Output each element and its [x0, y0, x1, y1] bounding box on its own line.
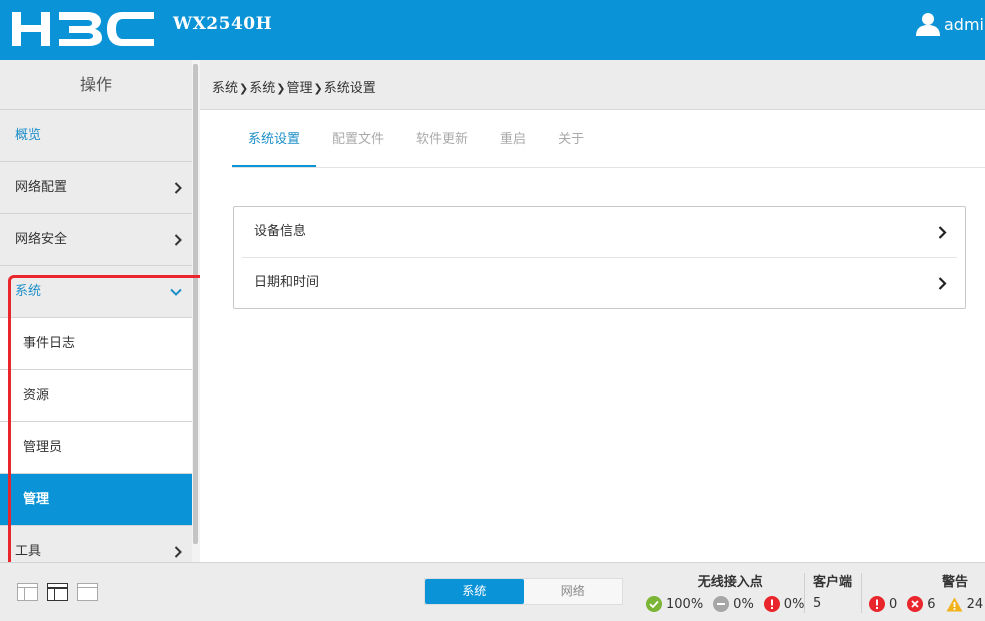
chevron-down-icon — [170, 266, 182, 318]
sidebar-item-system[interactable]: 系统 — [0, 266, 192, 318]
layout-switcher — [17, 583, 98, 601]
minus-circle-icon — [713, 596, 730, 612]
sidebar-scrollbar-thumb[interactable] — [193, 64, 198, 544]
layout-full-icon[interactable] — [77, 583, 98, 601]
alarm-major-count: 6 — [927, 596, 936, 612]
tab-system-settings[interactable]: 系统设置 — [232, 110, 317, 168]
top-header: WX2540H admin — [0, 0, 985, 60]
sidebar-subitem-label: 资源 — [23, 388, 50, 403]
breadcrumb-item-current: 系统设置 — [323, 81, 376, 96]
toggle-system-button[interactable]: 系统 — [425, 579, 524, 604]
stat-title: 警告 — [941, 575, 968, 590]
x-circle-icon — [907, 596, 924, 612]
exclamation-circle-icon — [763, 596, 780, 612]
row-label: 设备信息 — [254, 224, 307, 239]
sidebar-item-network-security[interactable]: 网络安全 — [0, 214, 192, 266]
breadcrumb-item[interactable]: 系统 — [249, 81, 275, 96]
settings-panel: 设备信息 日期和时间 — [233, 206, 966, 309]
breadcrumb-separator-icon: ❯ — [276, 82, 286, 95]
breadcrumb-item[interactable]: 管理 — [286, 81, 312, 96]
breadcrumb: 系统❯系统❯管理❯系统设置 — [212, 77, 376, 96]
status-footer: 系统 网络 无线接入点 100% 0% 0% 客户端 5 警告 0 6 24 — [0, 562, 985, 621]
chevron-right-icon — [938, 207, 947, 257]
chevron-right-icon — [174, 214, 182, 266]
sidebar-subitem-management[interactable]: 管理 — [0, 474, 192, 526]
h3c-logo — [12, 12, 154, 46]
date-time-row[interactable]: 日期和时间 — [242, 257, 957, 307]
sidebar-subitem-administrators[interactable]: 管理员 — [0, 422, 192, 474]
tab-software-update[interactable]: 软件更新 — [400, 110, 484, 168]
username: admin — [944, 14, 985, 34]
breadcrumb-separator-icon: ❯ — [239, 82, 249, 95]
sidebar-subitem-label: 管理 — [23, 492, 50, 507]
chevron-right-icon — [174, 162, 182, 214]
alarm-stats[interactable]: 警告 0 6 24 — [869, 571, 985, 612]
exclamation-circle-icon — [869, 596, 885, 612]
footer-divider — [861, 573, 862, 613]
footer-divider — [804, 573, 805, 613]
breadcrumb-separator-icon: ❯ — [313, 82, 323, 95]
chevron-right-icon — [938, 258, 947, 308]
alarm-critical-count: 0 — [889, 596, 898, 612]
sidebar-item-network-config[interactable]: 网络配置 — [0, 162, 192, 214]
sidebar-subitem-label: 管理员 — [23, 440, 63, 455]
sidebar-item-label: 工具 — [15, 544, 42, 559]
sidebar-title: 操作 — [0, 60, 192, 110]
client-count: 5 — [813, 596, 822, 611]
sidebar-item-tools[interactable]: 工具 — [0, 526, 192, 562]
sidebar-subitem-label: 事件日志 — [23, 336, 76, 351]
toggle-network-button[interactable]: 网络 — [524, 579, 623, 604]
warning-triangle-icon — [946, 597, 963, 611]
row-label: 日期和时间 — [254, 275, 320, 290]
wireless-ap-stats[interactable]: 无线接入点 100% 0% 0% — [646, 571, 814, 612]
sidebar-item-label: 网络配置 — [15, 180, 68, 195]
sidebar-item-label: 概览 — [15, 128, 42, 143]
sidebar-item-label: 系统 — [15, 284, 42, 299]
device-model: WX2540H — [173, 14, 273, 34]
client-stats[interactable]: 客户端 5 — [813, 571, 852, 611]
sidebar-subitem-event-log[interactable]: 事件日志 — [0, 318, 192, 370]
alarm-warning-count: 24 — [966, 596, 984, 612]
layout-split-icon[interactable] — [17, 583, 38, 601]
view-toggle: 系统 网络 — [424, 578, 623, 605]
user-icon — [916, 13, 940, 36]
stat-title: 客户端 — [813, 575, 853, 590]
tab-reboot[interactable]: 重启 — [484, 110, 542, 168]
ap-online-value: 100% — [666, 596, 704, 612]
stat-title: 无线接入点 — [697, 575, 763, 590]
sidebar-item-label: 网络安全 — [15, 232, 68, 247]
tab-bar: 系统设置 配置文件 软件更新 重启 关于 — [232, 110, 600, 168]
tab-divider — [232, 167, 985, 168]
sidebar: 操作 概览 网络配置 网络安全 系统 事件日志 资源 管理员 管理 工具 — [0, 60, 192, 562]
check-circle-icon — [646, 596, 662, 612]
breadcrumb-item[interactable]: 系统 — [212, 81, 238, 96]
main-content: 系统设置 配置文件 软件更新 重启 关于 设备信息 日期和时间 — [200, 110, 985, 562]
tab-about[interactable]: 关于 — [542, 110, 600, 168]
ap-offline-value: 0% — [733, 596, 754, 612]
ap-fault-value: 0% — [783, 596, 805, 612]
sidebar-item-overview[interactable]: 概览 — [0, 110, 192, 162]
user-menu[interactable]: admin — [916, 12, 985, 36]
sidebar-subitem-resources[interactable]: 资源 — [0, 370, 192, 422]
device-info-row[interactable]: 设备信息 — [234, 207, 965, 257]
breadcrumb-bar: 系统❯系统❯管理❯系统设置 — [200, 60, 985, 110]
layout-sidebar-icon[interactable] — [47, 583, 68, 601]
chevron-right-icon — [174, 526, 182, 562]
tab-config-file[interactable]: 配置文件 — [316, 110, 400, 168]
